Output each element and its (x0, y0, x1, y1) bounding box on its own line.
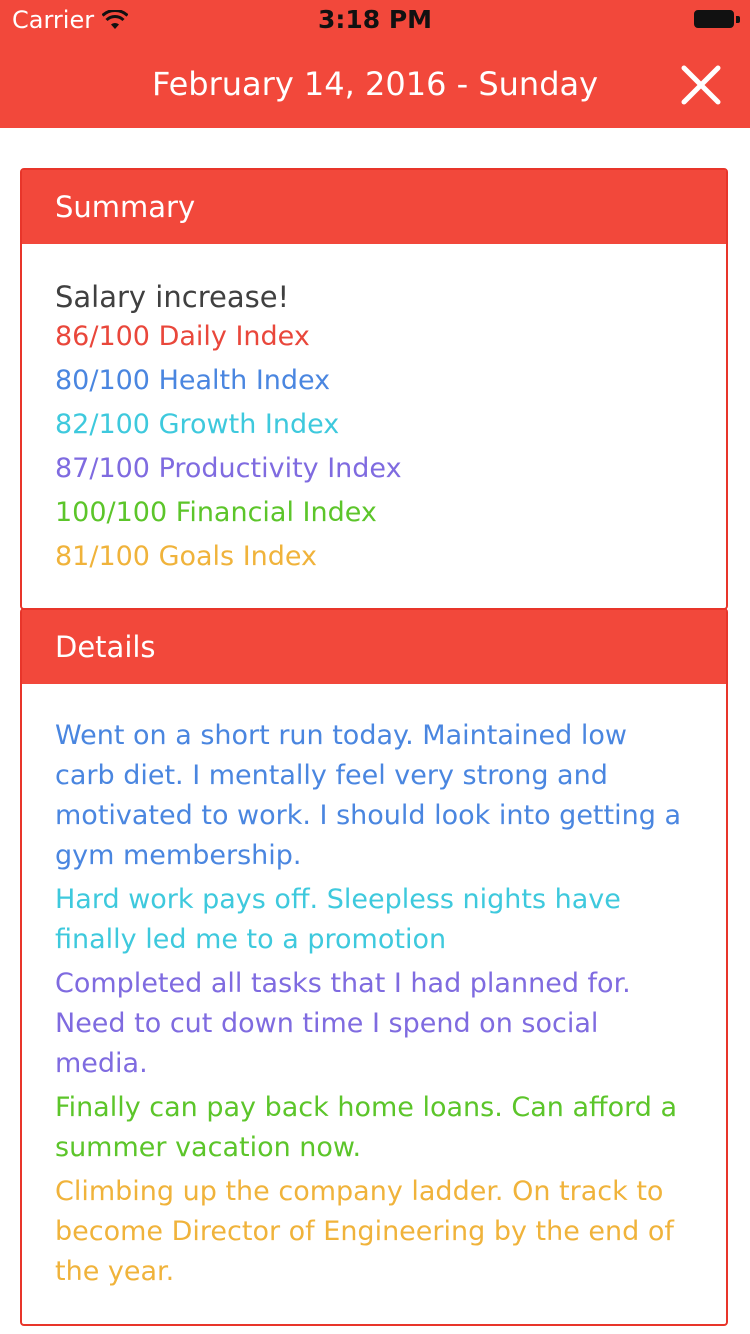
detail-entry-goals: Climbing up the company ladder. On track… (55, 1176, 674, 1287)
close-icon (678, 62, 724, 108)
health-index: 80/100 Health Index (55, 365, 331, 396)
status-time: 3:18 PM (317, 5, 433, 34)
detail-entry-health: Went on a short run today. Maintained lo… (55, 720, 681, 871)
summary-header: Summary (22, 170, 726, 244)
status-bar: Carrier 3:18 PM (0, 0, 750, 40)
details-body: Went on a short run today. Maintained lo… (22, 684, 726, 1292)
detail-entry-financial: Finally can pay back home loans. Can aff… (55, 1092, 678, 1163)
financial-index: 100/100 Financial Index (55, 497, 377, 528)
daily-index: 86/100 Daily Index (55, 321, 310, 352)
detail-entry-productivity: Completed all tasks that I had planned f… (55, 968, 631, 1079)
details-card: Details Went on a short run today. Maint… (20, 608, 728, 1326)
app-header: Carrier 3:18 PM February 14, 2016 - Sund… (0, 0, 750, 128)
summary-card: Summary Salary increase! 86/100 Daily In… (20, 168, 728, 610)
productivity-index: 87/100 Productivity Index (55, 453, 402, 484)
details-header: Details (22, 610, 726, 684)
battery-icon (694, 10, 740, 30)
goals-index: 81/100 Goals Index (55, 541, 318, 572)
page-title: February 14, 2016 - Sunday (151, 65, 599, 103)
summary-title: Salary increase! (55, 280, 290, 314)
close-button[interactable] (678, 62, 724, 108)
detail-entry-growth: Hard work pays off. Sleepless nights hav… (55, 884, 621, 955)
summary-body: Salary increase! 86/100 Daily Index 80/1… (22, 244, 726, 579)
growth-index: 82/100 Growth Index (55, 409, 340, 440)
